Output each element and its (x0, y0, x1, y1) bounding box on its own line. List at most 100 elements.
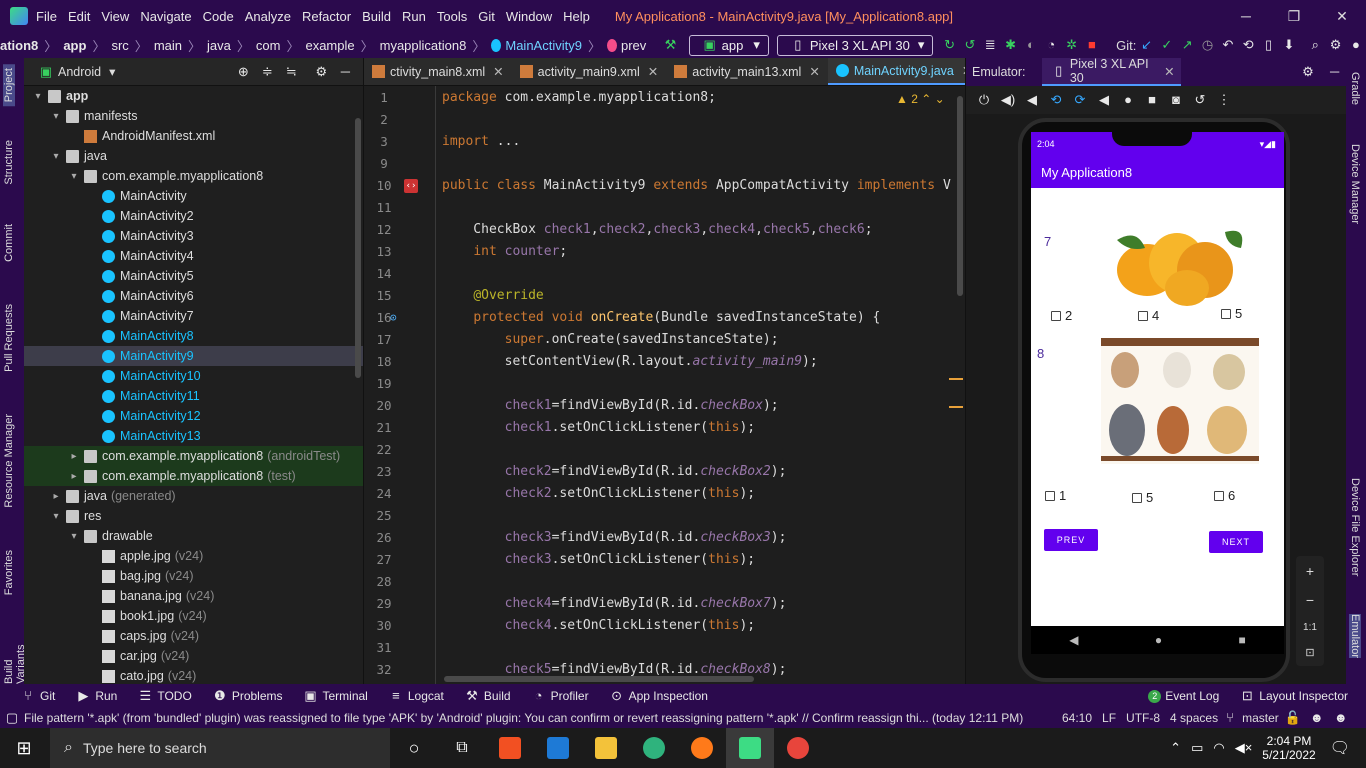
emulator-device-tab[interactable]: ▯ Pixel 3 XL API 30 ✕ (1041, 57, 1181, 86)
breadcrumb-class[interactable]: MainActivity9 (505, 38, 582, 53)
tool-device-file-explorer[interactable]: Device File Explorer (1349, 478, 1361, 576)
breadcrumb-method[interactable]: prev (621, 38, 646, 53)
volume-down-icon[interactable]: ◀ (1024, 92, 1040, 108)
back-icon[interactable]: ◀ (1096, 92, 1112, 108)
menu-help[interactable]: Help (563, 9, 590, 24)
warning-indicator[interactable]: ▲ 2 ⌃ ⌄ (896, 92, 945, 106)
override-gutter-icon[interactable]: ⊙ (390, 311, 397, 324)
tree-item[interactable]: ▾ app (24, 86, 363, 106)
menu-file[interactable]: File (36, 9, 57, 24)
menu-refactor[interactable]: Refactor (302, 9, 351, 24)
menu-code[interactable]: Code (203, 9, 234, 24)
rollback-icon[interactable]: ↶ (1222, 37, 1234, 53)
zoom-out-button[interactable]: − (1306, 592, 1314, 608)
git-branch[interactable]: master (1242, 711, 1279, 725)
close-icon[interactable]: ✕ (648, 64, 658, 79)
tree-item[interactable]: MainActivity (24, 186, 363, 206)
code-line[interactable]: check4.setOnClickListener(this); (442, 618, 755, 633)
tree-item[interactable]: ▾ java (24, 146, 363, 166)
next-button[interactable]: NEXT (1209, 531, 1263, 553)
close-icon[interactable]: ✕ (1164, 64, 1174, 79)
breadcrumb-package[interactable]: myapplication8 (380, 38, 467, 53)
code-line[interactable]: public class MainActivity9 extends AppCo… (442, 178, 951, 193)
restore-icon[interactable]: ❐ (1270, 0, 1318, 32)
editor-tab[interactable]: ctivity_main8.xml ✕ (364, 58, 512, 85)
debug-icon[interactable]: ✱ (1004, 37, 1016, 53)
tree-item[interactable]: ▾ res (24, 506, 363, 526)
tree-item[interactable]: book1.jpg (v24) (24, 606, 363, 626)
code-line[interactable]: package com.example.myapplication8; (442, 90, 716, 105)
expand-arrow-icon[interactable]: ▸ (68, 451, 80, 462)
tool-logcat[interactable]: ≡ Logcat (384, 688, 444, 704)
tree-item[interactable]: MainActivity6 (24, 286, 363, 306)
expand-arrow-icon[interactable]: ▾ (68, 531, 80, 542)
expand-arrow-icon[interactable]: ▾ (32, 91, 44, 102)
tree-item[interactable]: car.jpg (v24) (24, 646, 363, 666)
breadcrumb-project[interactable]: ation8 (0, 38, 38, 53)
zoom-actual-button[interactable]: 1:1 (1303, 622, 1317, 633)
tree-item[interactable]: ▸ java (generated) (24, 486, 363, 506)
overview-icon[interactable]: ■ (1239, 633, 1246, 647)
volume-icon[interactable]: ◀× (1235, 740, 1253, 756)
tool-resource-manager[interactable]: Resource Manager (3, 414, 15, 508)
tree-item[interactable]: ▸ com.example.myapplication8 (test) (24, 466, 363, 486)
overview-icon[interactable]: ■ (1144, 92, 1160, 108)
git-commit-icon[interactable]: ✓ (1161, 37, 1173, 53)
option-checkbox[interactable]: 1 (1045, 488, 1066, 503)
code-line[interactable]: check4=findViewById(R.id.checkBox7); (442, 596, 787, 611)
indent-setting[interactable]: 4 spaces (1170, 711, 1218, 725)
expand-arrow-icon[interactable]: ▾ (50, 511, 62, 522)
cortana-button[interactable]: ○ (390, 728, 438, 768)
option-checkbox[interactable]: 6 (1214, 488, 1235, 503)
tree-item[interactable]: ▾ manifests (24, 106, 363, 126)
expand-all-icon[interactable]: ≒ (283, 64, 299, 80)
tree-item[interactable]: MainActivity11 (24, 386, 363, 406)
code-line[interactable]: super.onCreate(savedInstanceState); (442, 332, 779, 347)
code-line[interactable]: check1=findViewById(R.id.checkBox); (442, 398, 779, 413)
code-line[interactable]: check2=findViewById(R.id.checkBox2); (442, 464, 787, 479)
menu-tools[interactable]: Tools (437, 9, 467, 24)
git-update-icon[interactable]: ↙ (1140, 37, 1152, 53)
option-checkbox[interactable]: 5 (1221, 306, 1242, 321)
settings-icon[interactable]: ⚙ (313, 64, 329, 80)
clock[interactable]: 2:04 PM 5/21/2022 (1262, 734, 1315, 762)
menu-run[interactable]: Run (402, 9, 426, 24)
search-icon[interactable]: ⌕ (1309, 37, 1321, 53)
profile-icon[interactable]: ◔ (1045, 37, 1057, 53)
home-icon[interactable]: ● (1120, 92, 1136, 108)
menu-git[interactable]: Git (478, 9, 495, 24)
project-scrollbar[interactable] (355, 118, 361, 378)
tree-item[interactable]: MainActivity9 (24, 346, 363, 366)
close-icon[interactable]: ✕ (493, 64, 503, 79)
inspector-face-icon[interactable]: ☻ (1333, 710, 1349, 726)
code-line[interactable]: CheckBox check1,check2,check3,check4,che… (442, 222, 872, 237)
screenshot-icon[interactable]: ◙ (1168, 92, 1184, 108)
tool-project[interactable]: Project (3, 64, 15, 107)
history-icon[interactable]: ◷ (1201, 37, 1213, 53)
menu-analyze[interactable]: Analyze (245, 9, 291, 24)
file-encoding[interactable]: UTF-8 (1126, 711, 1160, 725)
home-icon[interactable]: ● (1155, 633, 1162, 647)
tree-item[interactable]: MainActivity2 (24, 206, 363, 226)
sdk-manager-icon[interactable]: ⬇ (1283, 37, 1295, 53)
tree-item[interactable]: MainActivity8 (24, 326, 363, 346)
sync-gradle-icon[interactable]: ⟲ (1242, 37, 1254, 53)
tool-run[interactable]: ▶ Run (71, 688, 117, 704)
battery-icon[interactable]: ▭ (1191, 740, 1203, 756)
tree-item[interactable]: ▾ drawable (24, 526, 363, 546)
start-button[interactable]: ⊞ (0, 728, 48, 768)
settings-icon[interactable]: ⚙ (1329, 37, 1342, 53)
expand-arrow-icon[interactable]: ▾ (50, 151, 62, 162)
breadcrumb-com[interactable]: com (256, 38, 281, 53)
code-line[interactable]: check3=findViewById(R.id.checkBox3); (442, 530, 787, 545)
tool-terminal[interactable]: ▣ Terminal (299, 688, 368, 704)
tree-item[interactable]: bag.jpg (v24) (24, 566, 363, 586)
rotate-left-icon[interactable]: ⟲ (1048, 92, 1064, 108)
tree-item[interactable]: MainActivity5 (24, 266, 363, 286)
rotate-right-icon[interactable]: ⟳ (1072, 92, 1088, 108)
code-line[interactable]: protected void onCreate(Bundle savedInst… (442, 310, 880, 325)
git-push-icon[interactable]: ↗ (1181, 37, 1193, 53)
taskbar-search[interactable]: ⌕ Type here to search (50, 728, 390, 768)
code-line[interactable]: setContentView(R.layout.activity_main9); (442, 354, 818, 369)
caret-position[interactable]: 64:10 (1062, 711, 1092, 725)
